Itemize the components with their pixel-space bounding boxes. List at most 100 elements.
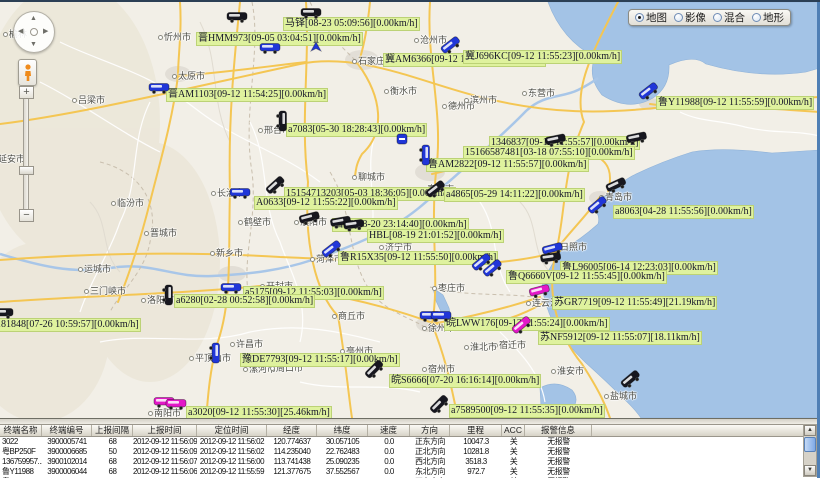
- zoom-slider-handle[interactable]: [19, 166, 34, 175]
- table-header-cell[interactable]: 上报间隔: [92, 425, 133, 436]
- vehicle-marker[interactable]: [396, 132, 408, 150]
- zoom-in-button[interactable]: +: [19, 86, 34, 99]
- vehicle-marker[interactable]: [0, 306, 14, 324]
- vehicle-marker[interactable]: [310, 40, 322, 58]
- table-header-cell[interactable]: 终端名称: [0, 425, 42, 436]
- table-header-cell[interactable]: 定位时间: [197, 425, 267, 436]
- table-body: 30223900005741682012-09-12 11:56:092012-…: [0, 437, 820, 478]
- city-dot-icon: [211, 191, 216, 196]
- vehicle-marker[interactable]: [166, 397, 187, 415]
- zoom-track[interactable]: [23, 99, 29, 209]
- city-label: 商丘市: [332, 309, 365, 322]
- vehicle-marker[interactable]: [342, 217, 365, 238]
- vehicle-marker[interactable]: [260, 41, 281, 59]
- table-cell: 2012-09-12 11:56:07: [133, 457, 197, 467]
- table-header-cell[interactable]: 里程: [450, 425, 502, 436]
- table-cell: 10281.8: [450, 447, 502, 457]
- table-cell: 关: [502, 467, 525, 477]
- vehicle-marker[interactable]: [271, 111, 289, 132]
- vehicle-label[interactable]: a4865[05-29 14:11:22][0.00km/h]: [444, 188, 585, 202]
- vehicle-label[interactable]: 晋AM1103[09-12 11:54:25][0.00km/h]: [166, 88, 328, 102]
- table-header-cell[interactable]: 方向: [410, 425, 450, 436]
- map-type-option-satellite[interactable]: 影像: [674, 10, 706, 25]
- vehicle-label[interactable]: 鲁AM2822[09-12 11:55:57][0.00km/h]: [426, 158, 589, 172]
- vehicle-label[interactable]: a8063[04-28 11:55:56][0.00km/h]: [613, 205, 754, 219]
- city-dot-icon: [72, 98, 77, 103]
- vehicle-marker[interactable]: [301, 6, 322, 24]
- table-header-cell[interactable]: 纬度: [317, 425, 368, 436]
- map-type-option-terrain[interactable]: 地形: [752, 10, 784, 25]
- vehicle-marker[interactable]: [431, 309, 452, 327]
- vehicle-label[interactable]: a6280[02-28 00:52:58][0.00km/h]: [174, 294, 315, 308]
- city-dot-icon: [551, 369, 556, 374]
- vehicle-label[interactable]: 鲁Y11988[09-12 11:55:59][0.00km/h]: [656, 96, 814, 110]
- vehicle-marker[interactable]: [149, 81, 170, 99]
- table-cell: 972.7: [450, 467, 502, 477]
- city-label: 东营市: [522, 86, 555, 99]
- vehicle-marker[interactable]: [414, 145, 432, 166]
- table-cell: 136759957...: [0, 457, 42, 467]
- map-type-label: 影像: [685, 10, 706, 25]
- zoom-out-button[interactable]: −: [19, 209, 34, 222]
- city-label: 吕梁市: [72, 93, 105, 106]
- vehicle-label[interactable]: 冀J696KC[09-12 11:55:23][0.00km/h]: [463, 50, 622, 64]
- table-row[interactable]: 136759957...3900102014682012-09-12 11:56…: [0, 457, 805, 467]
- city-dot-icon: [522, 91, 527, 96]
- pan-right-icon[interactable]: ▶: [43, 28, 48, 35]
- vehicle-label[interactable]: 181848[07-26 10:59:57][0.00km/h]: [0, 318, 141, 332]
- table-header-cell[interactable]: [592, 425, 805, 436]
- table-row[interactable]: 粤BP250F3900006685502012-09-12 11:56:0920…: [0, 447, 805, 457]
- vehicle-marker[interactable]: [227, 10, 248, 28]
- vehicle-label[interactable]: 苏GR7719[09-12 11:55:49][21.19km/h]: [552, 296, 717, 310]
- table-cell: 2012-09-12 11:56:09: [133, 447, 197, 457]
- table-header-cell[interactable]: 速度: [368, 425, 410, 436]
- table-cell: 25.090235: [317, 457, 368, 467]
- city-dot-icon: [379, 245, 384, 250]
- table-scrollbar[interactable]: ▲ ▼: [803, 424, 817, 477]
- scroll-track[interactable]: [804, 453, 816, 465]
- city-dot-icon: [384, 89, 389, 94]
- map-type-label: 地图: [646, 10, 667, 25]
- scroll-down-button[interactable]: ▼: [804, 465, 816, 476]
- pegman-icon: [23, 64, 33, 82]
- table-header-cell[interactable]: 上报时间: [133, 425, 197, 436]
- table-cell: 10047.3: [450, 437, 502, 447]
- table-cell: 2012-09-12 11:56:06: [133, 467, 197, 477]
- pegman-button[interactable]: [18, 59, 37, 86]
- city-dot-icon: [158, 35, 163, 40]
- vehicle-marker[interactable]: [539, 250, 562, 271]
- city-dot-icon: [189, 356, 194, 361]
- table-header-cell[interactable]: ACC: [502, 425, 525, 436]
- map-type-option-map[interactable]: 地图: [635, 10, 667, 25]
- vehicle-marker[interactable]: [230, 186, 251, 204]
- vehicle-label[interactable]: a3020[09-12 11:55:30][25.46km/h]: [186, 406, 332, 418]
- vehicle-marker[interactable]: [221, 281, 242, 299]
- table-cell: [592, 467, 805, 477]
- table-cell: 2012-09-12 11:56:00: [197, 457, 267, 467]
- pan-control[interactable]: ▲ ▼ ◀ ▶: [13, 11, 55, 53]
- pan-down-icon[interactable]: ▼: [30, 41, 37, 48]
- map-type-option-hybrid[interactable]: 混合: [713, 10, 745, 25]
- vehicle-marker[interactable]: [157, 285, 175, 306]
- city-dot-icon: [432, 286, 437, 291]
- city-label: 晋城市: [144, 226, 177, 239]
- table-row[interactable]: 鲁Y119883900006044682012-09-12 11:56:0620…: [0, 467, 805, 477]
- city-label: 太原市: [172, 69, 205, 82]
- table-header-cell[interactable]: 经度: [267, 425, 317, 436]
- city-dot-icon: [230, 342, 235, 347]
- vehicle-label[interactable]: a7589500[09-12 11:55:35][0.00km/h]: [449, 404, 605, 418]
- vehicle-label[interactable]: HBL[08-19 21:01:52][0.00km/h]: [367, 229, 504, 243]
- vehicle-marker[interactable]: [204, 343, 222, 364]
- vehicle-label[interactable]: 苏NF5912[09-12 11:55:07][18.11km/h]: [538, 331, 702, 345]
- table-header-cell[interactable]: 报警信息: [525, 425, 592, 436]
- table-header-cell[interactable]: 终端编号: [42, 425, 92, 436]
- scroll-thumb[interactable]: [804, 437, 816, 452]
- scroll-up-button[interactable]: ▲: [804, 425, 816, 436]
- pan-left-icon[interactable]: ◀: [18, 28, 23, 35]
- map-viewport[interactable]: 榆林延安市忻州市太原市吕梁市临汾市晋城市长治市运城市三门峡市洛阳市石家庄沧州市衡…: [0, 2, 820, 418]
- table-row[interactable]: 30223900005741682012-09-12 11:56:092012-…: [0, 437, 805, 447]
- vehicle-label[interactable]: 鲁Q6660V[09-12 11:55:45][0.00km/h]: [506, 270, 667, 284]
- vehicle-label[interactable]: 皖S6666[07-20 16:16:14][0.00km/h]: [389, 374, 541, 388]
- pan-up-icon[interactable]: ▲: [30, 15, 37, 22]
- pan-center-icon[interactable]: [30, 28, 38, 36]
